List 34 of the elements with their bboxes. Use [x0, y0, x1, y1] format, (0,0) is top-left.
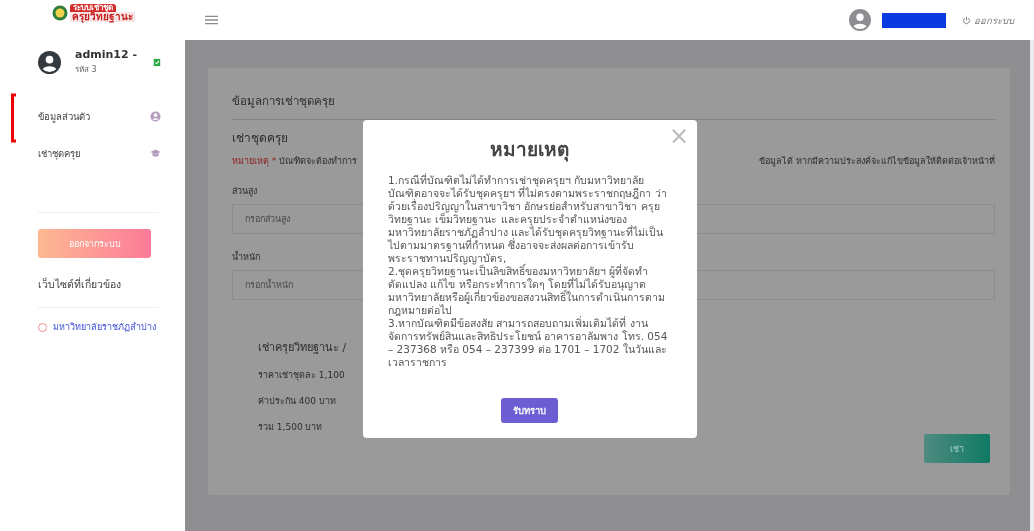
- power-icon: [962, 15, 971, 25]
- price-line: รวม 1,500 บาท: [258, 421, 324, 434]
- rent-button[interactable]: เช่า: [924, 434, 990, 463]
- note-label: หมายเหตุ *: [232, 156, 277, 166]
- graduation-cap-icon: [150, 148, 161, 159]
- links-heading: เว็บไซต์ที่เกี่ยวข้อง: [38, 276, 122, 292]
- logout-link[interactable]: ออกระบบ: [962, 12, 1014, 28]
- field-label: ส่วนสูง: [232, 185, 257, 198]
- user-code: รหัส 3: [75, 64, 98, 76]
- notice-paragraph: 3.หากบัณฑิตมีข้อสงสัย สามารถสอบถามเพิ่มเติมได้ที่ งานจัดการทรัพย์สินและสิทธิประโยชน์ อาคารอาลัมพาง โทร. 054 – 237368 หรือ 054 – 237399 ต่อ 1701 – 1702 ในวันและเวลาราชการ: [388, 317, 669, 370]
- seal-icon: [52, 5, 68, 21]
- menu-icon[interactable]: [205, 15, 218, 25]
- sidebar-item[interactable]: เช่าชุดครุย: [38, 135, 161, 172]
- logo-text: ครุยวิทยฐานะ: [70, 12, 135, 22]
- university-link[interactable]: มหาวิทยาลัยราชภัฏลำปาง: [38, 320, 161, 334]
- note-text: บัณฑิตจะต้องทำการ: [279, 156, 358, 166]
- pricing-heading: เช่าครุยวิทยฐานะ /: [258, 340, 347, 356]
- field-label: น้ำหนัก: [232, 250, 260, 264]
- card-title: ข้อมูลการเช่าชุดครุย: [232, 93, 336, 110]
- dialog-title: หมายเหตุ: [489, 137, 570, 164]
- price-line: ราคาเช่าชุดละ 1,100: [258, 369, 346, 382]
- person-icon: [150, 111, 161, 122]
- bracket-mark: [11, 93, 17, 143]
- avatar-icon[interactable]: [849, 9, 871, 31]
- avatar-icon: [38, 50, 61, 74]
- user-name-bar: [882, 12, 946, 28]
- logo-text: ระบบเช่าชุด: [70, 4, 116, 12]
- bookmark-check-icon: [153, 57, 161, 67]
- note-text: ข้อมูลได้ หากมีความประสงค์จะแก้ไขข้อมูลให้ติดต่อเจ้าหน้าที่: [759, 154, 995, 168]
- sidebar-item[interactable]: ข้อมูลส่วนตัว: [38, 98, 161, 135]
- user-name: admin12 -: [75, 48, 139, 61]
- price-line: ค่าประกัน 400 บาท: [258, 395, 337, 408]
- acknowledge-button[interactable]: รับทราบ: [501, 398, 558, 423]
- section-title: เช่าชุดครุย: [232, 130, 288, 147]
